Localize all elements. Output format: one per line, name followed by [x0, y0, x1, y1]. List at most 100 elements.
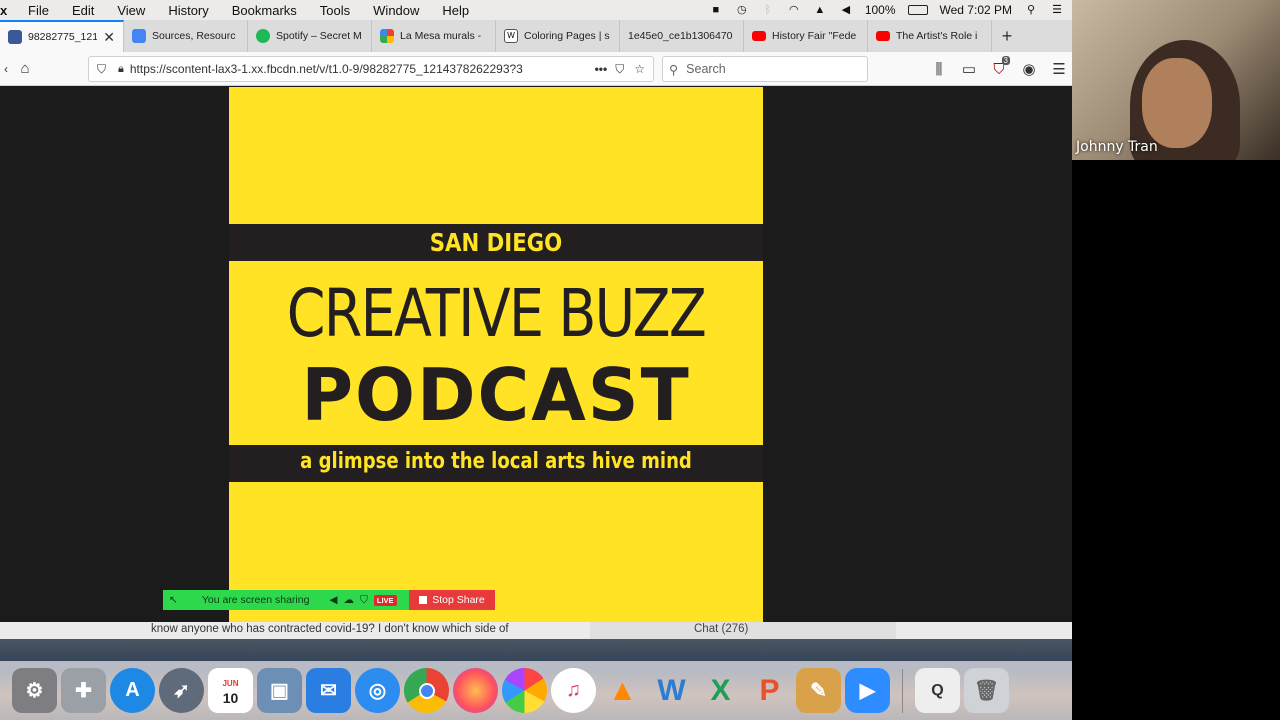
poster-tagline: a glimpse into the local arts hive mind — [300, 449, 692, 474]
library-button[interactable]: ⫼ — [926, 56, 952, 82]
stop-share-button[interactable]: Stop Share — [409, 590, 495, 610]
poster-line-san-diego: SAN DIEGO — [429, 228, 563, 257]
menu-bookmarks[interactable]: Bookmarks — [218, 3, 306, 18]
live-badge: LIVE — [373, 594, 397, 606]
time-machine-icon[interactable]: ◷ — [735, 4, 749, 16]
tab-label: The Artist's Role i — [896, 30, 978, 42]
menu-window[interactable]: Window — [359, 3, 428, 18]
wifi-icon[interactable]: ◠ — [787, 4, 801, 16]
close-icon[interactable]: ✕ — [103, 29, 115, 46]
spotlight-search-icon[interactable]: ⚲ — [1024, 4, 1038, 16]
shield-icon[interactable]: ⛉ — [97, 62, 106, 77]
mail-icon[interactable]: ✉ — [306, 668, 351, 713]
tab-la-mesa-murals[interactable]: La Mesa murals - — [372, 20, 496, 52]
sidebar-button[interactable]: ▭ — [956, 56, 982, 82]
tab-history-fair[interactable]: History Fair "Fede — [744, 20, 868, 52]
bluetooth-icon[interactable]: ᛒ — [761, 4, 775, 16]
back-button[interactable]: ‹ — [0, 56, 12, 82]
app-menu[interactable]: x — [0, 3, 14, 18]
cloud-icon[interactable]: ☁ — [344, 594, 355, 606]
url-text[interactable]: https://scontent-lax3-1.xx.fbcdn.net/v/t… — [130, 62, 587, 76]
calendar-icon[interactable]: JUN 10 — [208, 668, 253, 713]
participant-video[interactable]: Johnny Tran — [1072, 0, 1280, 160]
shield-check-icon[interactable]: ⛉ — [360, 594, 368, 607]
stop-icon — [419, 596, 428, 604]
youtube-icon — [752, 31, 766, 41]
calendar-month: JUN — [222, 678, 239, 688]
poster-line-podcast: PODCAST — [301, 353, 691, 437]
facebook-icon — [8, 30, 22, 44]
pocket-icon[interactable]: ⛉ — [615, 62, 624, 77]
launchpad-icon[interactable]: ➶ — [159, 668, 204, 713]
system-preferences-icon[interactable]: ⚙ — [12, 668, 57, 713]
chat-message: know anyone who has contracted covid-19?… — [151, 623, 509, 635]
app-store-icon[interactable]: A — [110, 668, 155, 713]
calendar-day: 10 — [222, 689, 239, 706]
chevron-left-icon: ‹ — [4, 61, 8, 76]
drag-handle-icon[interactable]: ↖ — [169, 594, 178, 606]
tab-spotify[interactable]: Spotify – Secret M — [248, 20, 372, 52]
menu-edit[interactable]: Edit — [58, 3, 103, 18]
menu-help[interactable]: Help — [428, 3, 478, 18]
zoom-icon[interactable]: ▶ — [845, 668, 890, 713]
new-tab-button[interactable]: + — [992, 20, 1022, 52]
page-content: SAN DIEGO CREATIVE BUZZ PODCAST a glimps… — [0, 87, 1072, 622]
menu-button[interactable]: ☰ — [1046, 56, 1072, 82]
preview-icon[interactable]: ▣ — [257, 668, 302, 713]
search-placeholder: Search — [686, 62, 726, 76]
star-icon[interactable]: ☆ — [634, 62, 645, 76]
lock-icon[interactable]: 🔒︎ — [118, 63, 124, 76]
tab-label: Coloring Pages | s — [524, 30, 610, 42]
share-status[interactable]: ↖ You are screen sharing ◀ ☁ ⛉ LIVE — [163, 590, 409, 610]
mpeg-file-icon[interactable]: Q — [915, 668, 960, 713]
trash-icon[interactable]: 🗑︎ — [964, 668, 1009, 713]
menu-tools[interactable]: Tools — [306, 3, 359, 18]
battery-percent: 100% — [864, 3, 896, 17]
firefox-icon[interactable] — [453, 668, 498, 713]
participant-face — [1142, 58, 1212, 148]
tab-coloring-pages[interactable]: W Coloring Pages | s — [496, 20, 620, 52]
video-panel: Johnny Tran — [1072, 0, 1280, 720]
home-button[interactable]: ⌂ — [12, 56, 38, 82]
itunes-icon[interactable]: ♫ — [551, 668, 596, 713]
dock: ⚙ ✚ A ➶ JUN 10 ▣ ✉ ◎ ♫ ▲ W X P ✎ ▶ Q 🗑︎ — [0, 661, 1072, 720]
account-button[interactable]: ◉ — [1016, 56, 1042, 82]
menu-file[interactable]: File — [14, 3, 58, 18]
tab-label: 1e45e0_ce1b1306470 — [628, 30, 733, 42]
page-actions-button[interactable]: ••• — [595, 62, 608, 76]
video-camera-icon[interactable]: ■ — [709, 4, 723, 16]
volume-icon[interactable]: ◀ — [839, 4, 853, 16]
chrome-icon[interactable] — [404, 668, 449, 713]
audio-icon[interactable]: ◀ — [329, 594, 337, 606]
word-icon[interactable]: W — [649, 668, 694, 713]
eject-icon[interactable]: ▲ — [813, 4, 827, 16]
menu-view[interactable]: View — [103, 3, 154, 18]
hamburger-icon: ☰ — [1052, 61, 1066, 78]
plus-icon: + — [1001, 25, 1013, 46]
safari-icon[interactable]: ◎ — [355, 668, 400, 713]
extension-button[interactable]: ⛉ 3 — [986, 56, 1012, 82]
address-bar[interactable]: ⛉ 🔒︎ https://scontent-lax3-1.xx.fbcdn.ne… — [88, 56, 654, 82]
battery-icon[interactable] — [907, 5, 928, 15]
notification-center-icon[interactable]: ☰ — [1050, 4, 1064, 16]
podcast-poster-image[interactable]: SAN DIEGO CREATIVE BUZZ PODCAST a glimps… — [229, 87, 763, 622]
disk-utility-icon[interactable]: ✚ — [61, 668, 106, 713]
vlc-icon[interactable]: ▲ — [600, 668, 645, 713]
tab-label: History Fair "Fede — [772, 30, 857, 42]
search-input[interactable]: ⚲ Search — [662, 56, 868, 82]
clock[interactable]: Wed 7:02 PM — [940, 3, 1012, 17]
folder-tools-icon[interactable]: ✎ — [796, 668, 841, 713]
account-icon: ◉ — [1022, 61, 1036, 78]
menu-history[interactable]: History — [154, 3, 217, 18]
tab-facebook-image[interactable]: 98282775_121 ✕ — [0, 20, 124, 52]
chat-label[interactable]: Chat (276) — [694, 623, 748, 635]
photos-icon[interactable] — [502, 668, 547, 713]
poster-yellow-band-middle: CREATIVE BUZZ PODCAST — [229, 261, 763, 445]
tab-google-doc[interactable]: Sources, Resourc — [124, 20, 248, 52]
tab-artists-role[interactable]: The Artist's Role i — [868, 20, 992, 52]
excel-icon[interactable]: X — [698, 668, 743, 713]
dock-separator — [902, 668, 903, 713]
mac-menu-bar: x File Edit View History Bookmarks Tools… — [0, 0, 1072, 20]
powerpoint-icon[interactable]: P — [747, 668, 792, 713]
tab-image-file[interactable]: 1e45e0_ce1b1306470 — [620, 20, 744, 52]
